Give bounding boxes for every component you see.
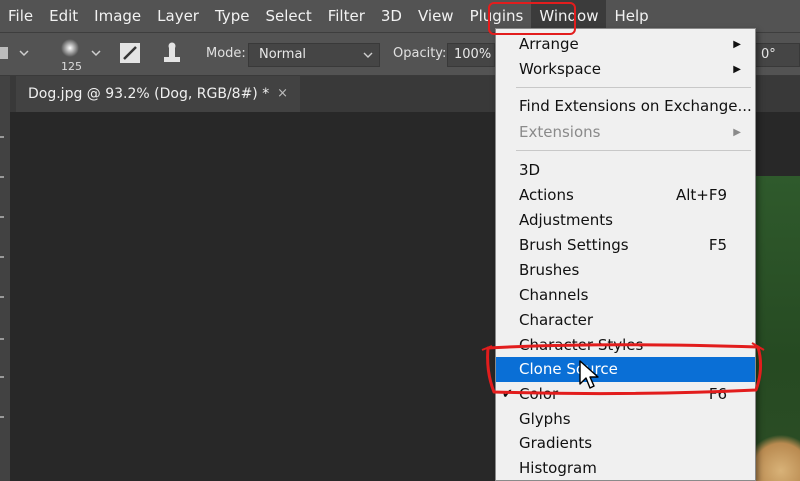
tool-marker xyxy=(0,176,4,178)
menu-item-character[interactable]: Character xyxy=(496,308,755,333)
tool-marker xyxy=(0,376,4,378)
tool-marker xyxy=(0,256,4,258)
mouse-cursor-icon xyxy=(579,360,599,389)
menu-item-extensions: Extensions ▶ xyxy=(496,120,755,145)
menu-item-glyphs[interactable]: Glyphs xyxy=(496,407,755,432)
menu-filter[interactable]: Filter xyxy=(320,0,373,32)
brush-panel-icon[interactable] xyxy=(118,41,142,65)
menu-file[interactable]: File xyxy=(0,0,41,32)
mode-label: Mode: xyxy=(206,46,246,61)
close-icon[interactable]: × xyxy=(277,76,288,112)
menu-separator xyxy=(516,150,751,151)
tool-preset-icon[interactable] xyxy=(0,41,18,65)
menu-layer[interactable]: Layer xyxy=(149,0,207,32)
menu-item-channels[interactable]: Channels xyxy=(496,283,755,308)
chevron-down-icon xyxy=(363,44,373,74)
chevron-down-icon[interactable] xyxy=(18,47,30,59)
submenu-arrow-icon: ▶ xyxy=(733,127,741,138)
menu-item-gradients[interactable]: Gradients xyxy=(496,431,755,456)
menu-image[interactable]: Image xyxy=(86,0,149,32)
brush-chevron-icon[interactable] xyxy=(90,47,102,59)
menu-item-actions[interactable]: Actions Alt+F9 xyxy=(496,183,755,208)
tool-marker xyxy=(0,416,4,418)
tool-marker xyxy=(0,296,4,298)
shortcut-label: F5 xyxy=(708,236,727,254)
opacity-field[interactable]: 100% xyxy=(447,43,495,67)
tool-marker xyxy=(0,136,4,138)
document-title: Dog.jpg @ 93.2% (Dog, RGB/8#) * xyxy=(28,86,270,102)
menu-select[interactable]: Select xyxy=(257,0,319,32)
menu-item-3d[interactable]: 3D xyxy=(496,158,755,183)
shortcut-label: Alt+F9 xyxy=(675,186,727,204)
menu-edit[interactable]: Edit xyxy=(41,0,86,32)
menu-item-find-extensions[interactable]: Find Extensions on Exchange... xyxy=(496,94,755,119)
menu-type[interactable]: Type xyxy=(207,0,257,32)
menu-item-arrange[interactable]: Arrange ▶ xyxy=(496,32,755,57)
brush-size: 125 xyxy=(61,60,82,73)
menu-3d[interactable]: 3D xyxy=(373,0,410,32)
brush-preview-icon[interactable] xyxy=(56,37,84,61)
menu-item-brush-settings[interactable]: Brush Settings F5 xyxy=(496,233,755,258)
opacity-label: Opacity: xyxy=(393,46,447,61)
window-menu-dropdown: Arrange ▶ Workspace ▶ Find Extensions on… xyxy=(495,28,756,481)
menu-separator xyxy=(516,87,751,88)
submenu-arrow-icon: ▶ xyxy=(733,39,741,50)
submenu-arrow-icon: ▶ xyxy=(733,64,741,75)
angle-field[interactable]: 0° xyxy=(752,43,800,67)
menu-view[interactable]: View xyxy=(410,0,462,32)
tool-strip[interactable] xyxy=(0,76,10,481)
tool-marker xyxy=(0,216,4,218)
menu-item-histogram[interactable]: Histogram xyxy=(496,456,755,481)
menu-item-adjustments[interactable]: Adjustments xyxy=(496,208,755,233)
dog-fur xyxy=(752,430,800,481)
menu-item-workspace[interactable]: Workspace ▶ xyxy=(496,57,755,82)
mode-select[interactable]: Normal xyxy=(248,43,380,67)
window-menu-annotation xyxy=(488,2,576,35)
menu-item-brushes[interactable]: Brushes xyxy=(496,258,755,283)
clone-source-panel-icon[interactable] xyxy=(160,41,184,65)
tool-marker xyxy=(0,338,4,340)
mode-value: Normal xyxy=(259,47,307,62)
clone-source-annotation xyxy=(481,342,765,396)
document-tab[interactable]: Dog.jpg @ 93.2% (Dog, RGB/8#) * × xyxy=(16,76,300,112)
